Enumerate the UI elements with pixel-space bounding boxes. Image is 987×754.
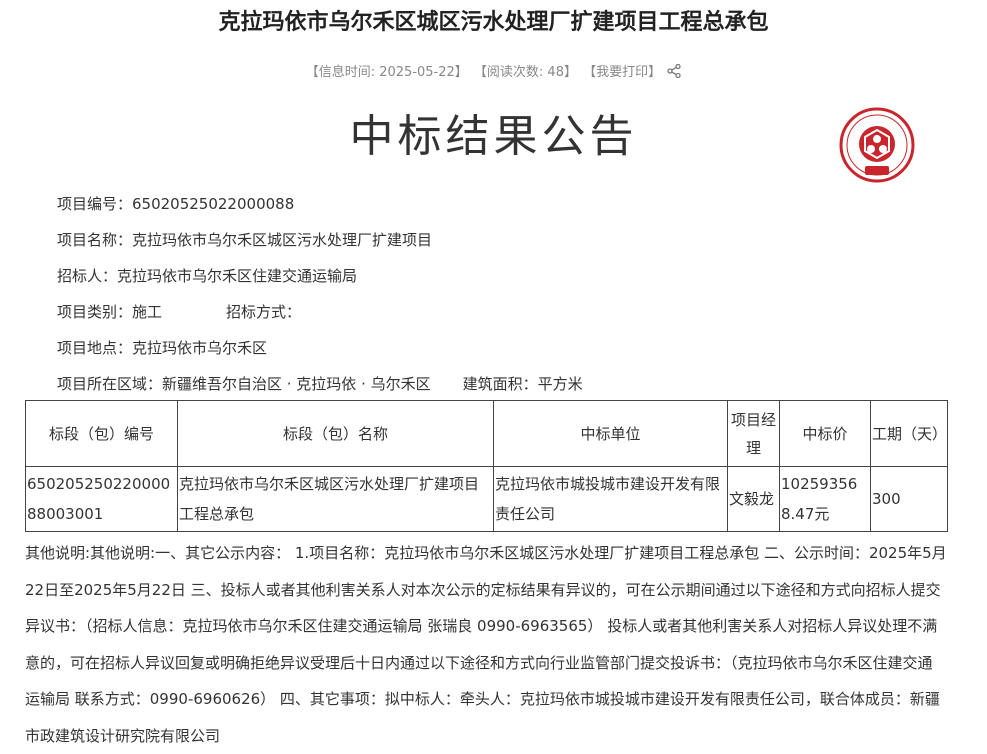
project-region-row: 项目所在区域：新疆维吾尔自治区 · 克拉玛依 · 乌尔禾区 建筑面积：平方米 xyxy=(57,373,583,394)
tenderer: 招标人：克拉玛依市乌尔禾区住建交通运输局 xyxy=(57,267,358,285)
info-time: 【信息时间: 2025-05-22】 xyxy=(305,65,468,80)
cell-winner: 克拉玛依市城投城市建设开发有限责任公司 xyxy=(493,466,728,532)
cell-manager: 文毅龙 xyxy=(727,466,780,532)
cell-lot-code: 65020525022000088003001 xyxy=(25,466,178,532)
project-category: 项目类别：施工 xyxy=(57,303,163,321)
page-title: 克拉玛依市乌尔禾区城区污水处理厂扩建项目工程总承包 xyxy=(218,10,769,35)
share-icon[interactable] xyxy=(667,63,681,82)
cell-lot-name: 克拉玛依市乌尔禾区城区污水处理厂扩建项目工程总承包 xyxy=(177,466,494,532)
header-lot-name: 标段（包）名称 xyxy=(177,400,494,467)
cell-duration: 300 xyxy=(870,466,948,532)
header-price: 中标价 xyxy=(779,400,871,467)
building-area: 建筑面积：平方米 xyxy=(462,375,583,393)
result-table: 标段（包）编号 标段（包）名称 中标单位 项目经理 中标价 工期（天） 6502… xyxy=(25,400,948,532)
cell-price: 102593568.47元 xyxy=(779,466,871,532)
other-remarks: 其他说明:其他说明:一、其它公示内容： 1.项目名称：克拉玛依市乌尔禾区城区污水… xyxy=(25,544,947,745)
project-location: 项目地点：克拉玛依市乌尔禾区 xyxy=(57,339,268,357)
header-manager: 项目经理 xyxy=(727,400,780,467)
project-category-row: 项目类别：施工 招标方式： xyxy=(57,301,301,322)
project-number: 项目编号：65020525022000088 xyxy=(57,195,295,213)
read-count: 【阅读次数: 48】 xyxy=(473,65,577,80)
header-lot-code: 标段（包）编号 xyxy=(25,400,178,467)
table-header-row: 标段（包）编号 标段（包）名称 中标单位 项目经理 中标价 工期（天） xyxy=(25,400,948,467)
header-duration: 工期（天） xyxy=(870,400,948,467)
certification-stamp-icon xyxy=(838,106,916,184)
project-name: 项目名称：克拉玛依市乌尔禾区城区污水处理厂扩建项目 xyxy=(57,231,433,249)
table-row: 65020525022000088003001 克拉玛依市乌尔禾区城区污水处理厂… xyxy=(25,466,948,532)
tender-method: 招标方式： xyxy=(226,303,302,321)
print-button[interactable]: 【我要打印】 xyxy=(583,65,661,80)
project-region: 项目所在区域：新疆维吾尔自治区 · 克拉玛依 · 乌尔禾区 xyxy=(57,375,431,393)
header-winner: 中标单位 xyxy=(493,400,728,467)
article-meta: 【信息时间: 2025-05-22】 【阅读次数: 48】 【我要打印】 xyxy=(0,61,987,82)
